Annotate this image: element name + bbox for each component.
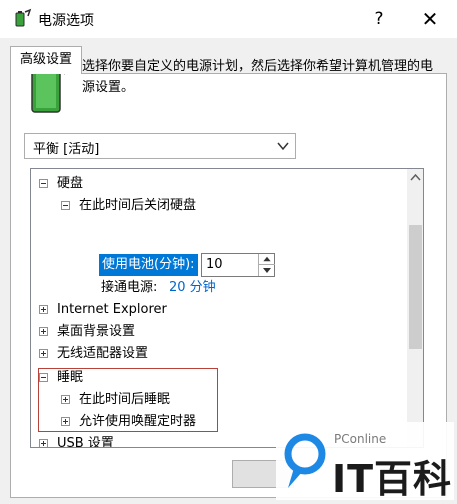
scroll-thumb[interactable] — [409, 225, 422, 349]
stepper-up-icon[interactable] — [259, 254, 275, 265]
power-options-icon — [15, 8, 32, 27]
title-bar: 电源选项 ? ✕ — [0, 0, 457, 38]
collapse-icon[interactable] — [39, 179, 48, 188]
highlight-box — [38, 368, 218, 432]
expand-icon[interactable] — [39, 327, 48, 336]
tree-item-label: 桌面背景设置 — [57, 324, 136, 339]
select-value: 平衡 [活动] — [33, 142, 100, 157]
stepper-value[interactable]: 10 — [206, 257, 223, 272]
help-button[interactable]: ? — [362, 4, 396, 34]
expand-icon[interactable] — [39, 439, 48, 447]
plugged-in-value-link[interactable]: 20 分钟 — [169, 277, 216, 299]
watermark-big-text: IT百科 — [332, 457, 453, 501]
description-text: 选择你要自定义的电源计划，然后选择你希望计算机管理的电源设置。 — [82, 59, 434, 95]
on-battery-label: 使用电池(分钟): — [99, 254, 198, 276]
tab-advanced-settings[interactable]: 高级设置 — [10, 46, 82, 74]
watermark: PConline IT百科 — [276, 422, 454, 501]
tree-item-label: 硬盘 — [57, 176, 84, 191]
tree-item-label: Internet Explorer — [57, 302, 167, 317]
pconline-logo-icon — [284, 433, 326, 488]
on-battery-stepper[interactable]: 10 — [201, 253, 275, 277]
watermark-small-text: PConline — [334, 432, 387, 446]
tree-item-label: 无线适配器设置 — [57, 346, 149, 361]
plugged-in-label: 接通电源: — [101, 280, 158, 295]
power-plan-select[interactable]: 平衡 [活动] — [24, 133, 296, 159]
tree-item-label: USB 设置 — [57, 436, 114, 448]
window-title: 电源选项 — [38, 13, 94, 29]
tree-scrollbar[interactable] — [407, 169, 424, 447]
close-button[interactable]: ✕ — [410, 4, 450, 34]
tree-item-label: 在此时间后关闭硬盘 — [79, 198, 197, 213]
scroll-up-icon[interactable] — [407, 169, 424, 186]
stepper-buttons — [258, 254, 275, 276]
chevron-down-icon — [277, 142, 289, 151]
expand-icon[interactable] — [39, 349, 48, 358]
collapse-icon[interactable] — [61, 201, 70, 210]
expand-icon[interactable] — [39, 305, 48, 314]
stepper-down-icon[interactable] — [259, 265, 275, 276]
